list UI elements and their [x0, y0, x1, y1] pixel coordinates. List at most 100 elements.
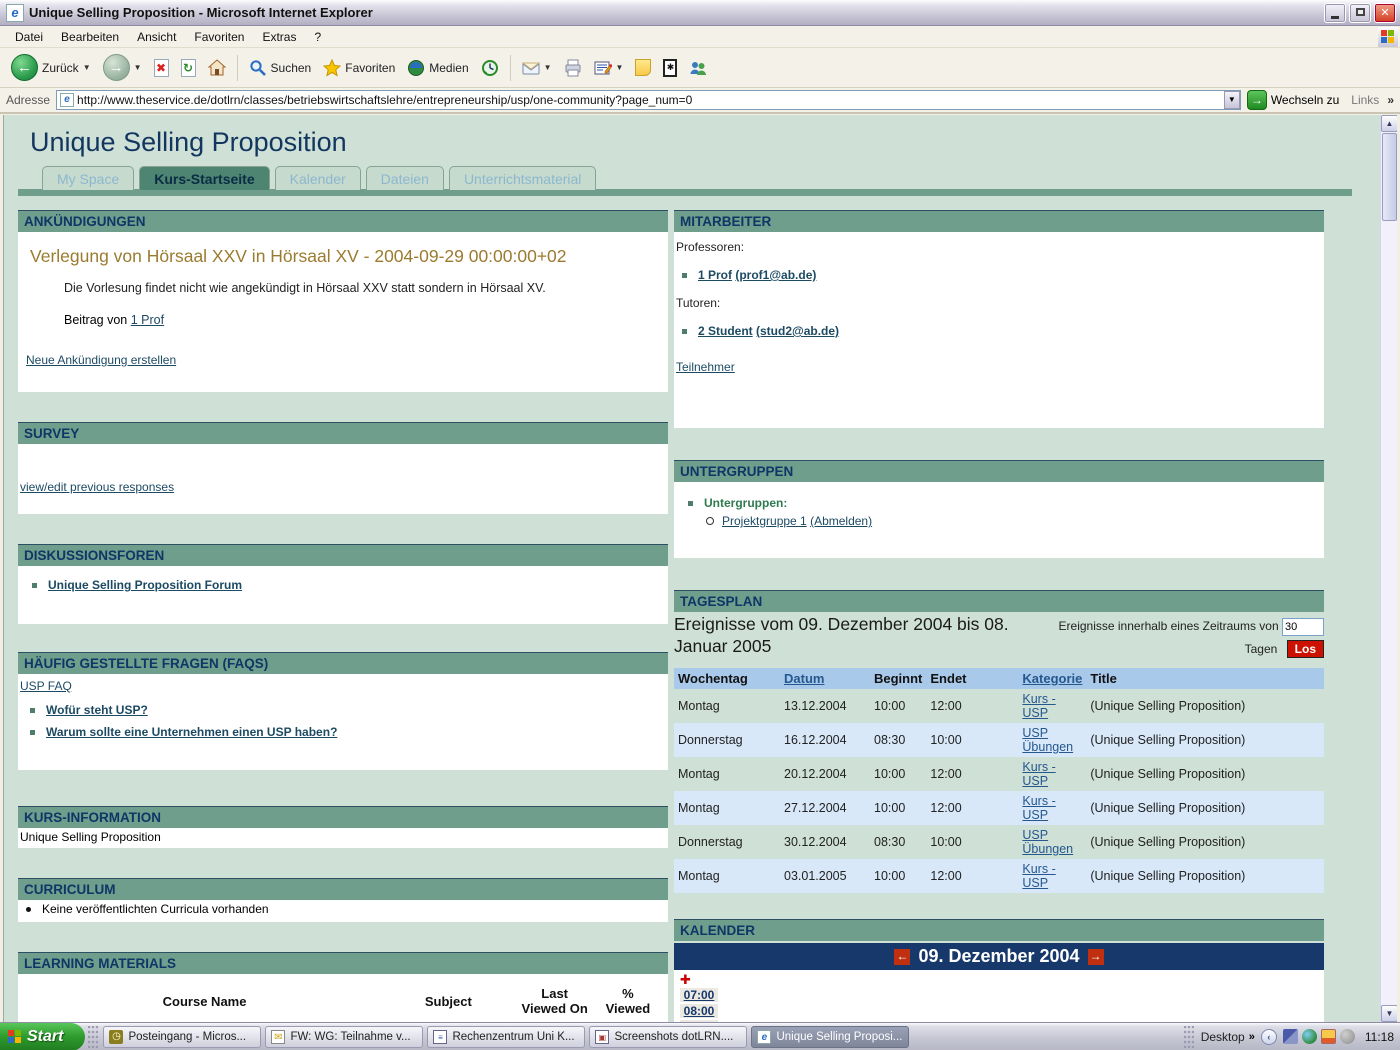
close-button[interactable]: ✕ [1374, 3, 1396, 23]
search-button[interactable]: Suchen [244, 56, 317, 80]
tutor-email-link[interactable]: (stud2@ab.de) [756, 324, 839, 338]
new-announcement-link[interactable]: Neue Ankündigung erstellen [26, 353, 176, 367]
notes-icon [635, 59, 651, 76]
portlet-header: UNTERGRUPPEN [674, 460, 1324, 482]
mail-dropdown-icon[interactable]: ▼ [544, 63, 552, 72]
calendar-next-icon[interactable]: → [1088, 949, 1104, 965]
forum-link[interactable]: Unique Selling Proposition Forum [48, 578, 242, 592]
forward-button[interactable]: → ▼ [98, 51, 147, 84]
event-category-link[interactable]: Kurs - USP [1022, 760, 1055, 788]
minimize-button[interactable] [1324, 3, 1346, 23]
table-row: Montag20.12.2004 10:0012:00 Kurs - USP (… [674, 757, 1324, 791]
tab-kurs-startseite[interactable]: Kurs-Startseite [139, 166, 269, 190]
add-event-icon[interactable]: ✚ [680, 974, 1318, 986]
menu-help[interactable]: ? [305, 28, 330, 46]
favorites-star-icon [323, 59, 341, 77]
media-button[interactable]: Medien [402, 56, 473, 80]
calendar-time-link[interactable]: 07:00 [680, 988, 718, 1002]
faq-question-link[interactable]: Wofür steht USP? [46, 703, 148, 717]
task-screenshots[interactable]: ▣ Screenshots dotLRN.... [589, 1026, 747, 1048]
print-icon [564, 59, 582, 77]
home-button[interactable] [203, 56, 231, 80]
stop-button[interactable]: ✖ [149, 56, 174, 80]
address-input[interactable] [77, 93, 1224, 107]
tab-my-space[interactable]: My Space [42, 166, 134, 190]
dialer-button[interactable]: ✱ [658, 56, 682, 80]
edit-button[interactable]: ▼ [589, 56, 629, 80]
projektgruppe-link[interactable]: Projektgruppe 1 [722, 514, 807, 528]
professor-email-link[interactable]: (prof1@ab.de) [735, 268, 816, 282]
menu-datei[interactable]: Datei [6, 28, 52, 46]
links-label[interactable]: Links [1351, 93, 1379, 107]
event-category-link[interactable]: Kurs - USP [1022, 862, 1055, 890]
notes-button[interactable] [630, 56, 656, 79]
image-icon: ▣ [595, 1030, 609, 1044]
portlet-header: LEARNING MATERIALS [18, 952, 668, 974]
portlet-diskussionsforen: DISKUSSIONSFOREN Unique Selling Proposit… [18, 544, 668, 624]
menu-ansicht[interactable]: Ansicht [128, 28, 185, 46]
col-datum-sort-link[interactable]: Datum [784, 671, 824, 686]
tray-network-icon[interactable] [1283, 1029, 1298, 1044]
desktop-toolbar-label[interactable]: Desktop [1201, 1030, 1245, 1044]
links-chevron-icon[interactable]: » [1387, 93, 1392, 107]
calendar-prev-icon[interactable]: ← [894, 949, 910, 965]
messenger-button[interactable] [684, 56, 712, 80]
survey-responses-link[interactable]: view/edit previous responses [20, 480, 174, 494]
professor-link[interactable]: 1 Prof [698, 268, 732, 282]
menu-extras[interactable]: Extras [253, 28, 305, 46]
vertical-scrollbar[interactable]: ▲ ▼ [1380, 115, 1397, 1022]
forward-dropdown-icon[interactable]: ▼ [134, 63, 142, 72]
back-dropdown-icon[interactable]: ▼ [83, 63, 91, 72]
calendar-body: ✚ 07:00 08:00 09:00 10:00 11:00 12:00 [674, 970, 1324, 1022]
calendar-time-link[interactable]: 08:00 [680, 1004, 718, 1018]
tab-kalender[interactable]: Kalender [275, 166, 361, 190]
task-unique-selling-proposition[interactable]: e Unique Selling Proposi... [751, 1026, 909, 1048]
scroll-down-icon[interactable]: ▼ [1381, 1005, 1397, 1022]
desktop-chevron-icon[interactable]: » [1249, 1031, 1255, 1043]
task-posteingang[interactable]: ◷ Posteingang - Micros... [103, 1026, 261, 1048]
los-button[interactable]: Los [1287, 640, 1324, 658]
history-button[interactable] [476, 56, 504, 80]
restore-button[interactable] [1349, 3, 1371, 23]
scrollbar-thumb[interactable] [1382, 133, 1397, 221]
favorites-button[interactable]: Favoriten [318, 56, 400, 80]
refresh-button[interactable]: ↻ [176, 56, 201, 80]
portlet-curriculum: CURRICULUM Keine veröffentlichten Curric… [18, 878, 668, 922]
event-category-link[interactable]: Kurs - USP [1022, 794, 1055, 822]
abmelden-link[interactable]: (Abmelden) [810, 514, 872, 528]
scroll-up-icon[interactable]: ▲ [1381, 115, 1397, 132]
tutor-link[interactable]: 2 Student [698, 324, 753, 338]
faq-question-link[interactable]: Warum sollte eine Unternehmen einen USP … [46, 725, 337, 739]
history-icon [481, 59, 499, 77]
tray-app-icon[interactable] [1321, 1029, 1336, 1044]
usp-faq-link[interactable]: USP FAQ [20, 679, 72, 693]
menu-bearbeiten[interactable]: Bearbeiten [52, 28, 128, 46]
window-title: Unique Selling Proposition - Microsoft I… [29, 5, 1324, 20]
author-link[interactable]: 1 Prof [131, 313, 164, 327]
col-beginnt: Beginnt [870, 668, 926, 689]
mail-button[interactable]: ▼ [517, 56, 557, 80]
address-dropdown-icon[interactable]: ▼ [1224, 91, 1240, 109]
task-rechenzentrum[interactable]: ≡ Rechenzentrum Uni K... [427, 1026, 585, 1048]
col-kategorie-sort-link[interactable]: Kategorie [1022, 671, 1082, 686]
task-mail-message[interactable]: ✉ FW: WG: Teilnahme v... [265, 1026, 423, 1048]
print-button[interactable] [559, 56, 587, 80]
hide-icons-button[interactable]: ‹ [1261, 1029, 1277, 1045]
event-category-link[interactable]: USP Übungen [1022, 828, 1073, 856]
tray-update-icon[interactable] [1340, 1029, 1355, 1044]
tab-dateien[interactable]: Dateien [366, 166, 444, 190]
teilnehmer-link[interactable]: Teilnehmer [676, 360, 735, 374]
event-category-link[interactable]: Kurs - USP [1022, 692, 1055, 720]
back-icon: ← [11, 54, 38, 81]
days-input[interactable] [1282, 618, 1324, 636]
start-button[interactable]: Start [0, 1023, 85, 1050]
event-category-link[interactable]: USP Übungen [1022, 726, 1073, 754]
back-button[interactable]: ← Zurück ▼ [6, 51, 96, 84]
edit-dropdown-icon[interactable]: ▼ [616, 63, 624, 72]
tab-unterrichtsmaterial[interactable]: Unterrichtsmaterial [449, 166, 596, 190]
home-icon [208, 59, 226, 77]
menu-favoriten[interactable]: Favoriten [185, 28, 253, 46]
go-button[interactable]: → Wechseln zu [1247, 90, 1339, 110]
back-label: Zurück [42, 61, 79, 75]
tray-globe-icon[interactable] [1302, 1029, 1317, 1044]
